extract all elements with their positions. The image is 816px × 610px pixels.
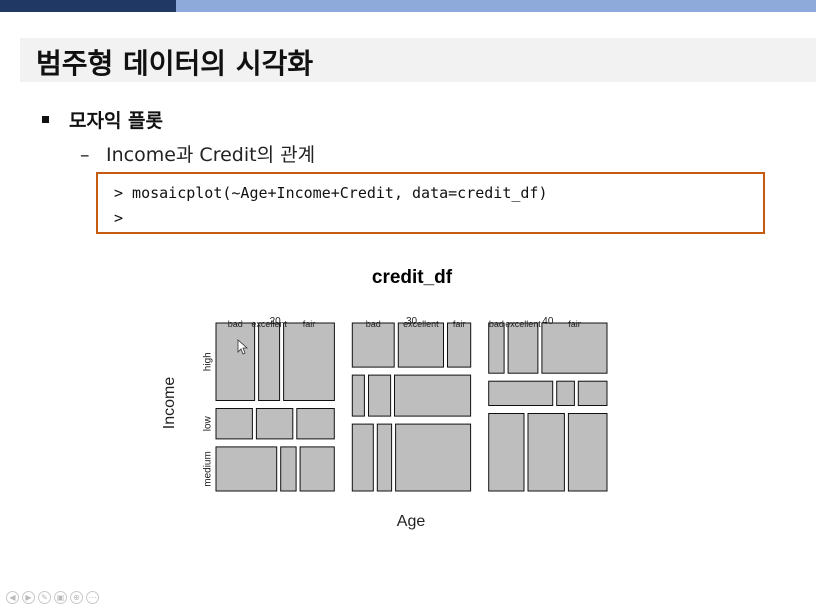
mosaic-tile <box>394 374 472 417</box>
mosaic-tile <box>488 413 525 492</box>
next-slide-icon[interactable]: ▶ <box>22 591 35 604</box>
income-level-label: low <box>203 415 214 431</box>
credit-level-label: excellent <box>403 319 439 329</box>
credit-level-label: fair <box>453 319 466 329</box>
credit-level-label: bad <box>366 319 381 329</box>
income-level-label: medium <box>203 451 214 487</box>
mosaic-tile <box>488 380 554 407</box>
mosaic-tile <box>368 374 392 417</box>
credit-level-label: excellent <box>505 319 541 329</box>
income-level-label: high <box>203 352 214 371</box>
age-level-label: 40 <box>542 316 554 327</box>
zoom-icon[interactable]: ⊕ <box>70 591 83 604</box>
mosaic-tile <box>507 322 539 374</box>
mosaic-tile <box>351 374 365 417</box>
previous-slide-icon[interactable]: ◀ <box>6 591 19 604</box>
mosaic-tile <box>280 446 297 492</box>
slideshow-toolbar: ◀ ▶ ✎ ▣ ⊕ ⋯ <box>6 591 99 604</box>
mosaic-tile <box>351 423 374 492</box>
mosaic-tile <box>351 322 395 368</box>
credit-level-label: bad <box>228 319 243 329</box>
mosaic-tile <box>395 423 472 492</box>
mosaic-tile <box>283 322 335 401</box>
mosaic-tile <box>215 446 278 492</box>
more-options-icon[interactable]: ⋯ <box>86 591 99 604</box>
credit-level-label: fair <box>568 319 581 329</box>
y-axis-label: Income <box>161 377 178 430</box>
mosaic-tile <box>296 408 335 440</box>
mosaic-tile <box>258 322 281 401</box>
slides-view-icon[interactable]: ▣ <box>54 591 67 604</box>
mosaic-tile <box>376 423 393 492</box>
chart-title: credit_df <box>372 267 453 288</box>
mosaic-tile <box>527 413 565 492</box>
mosaic-tile <box>397 322 444 368</box>
mosaic-tile <box>215 322 256 401</box>
mosaic-tile <box>215 408 253 440</box>
credit-level-label: bad <box>489 319 504 329</box>
pen-icon[interactable]: ✎ <box>38 591 51 604</box>
mosaic-tile <box>556 380 575 407</box>
x-axis-label: Age <box>397 513 426 530</box>
mosaic-tiles <box>215 322 608 492</box>
mosaic-plot: credit_df Age Income highlowmedium20bad e… <box>161 267 608 530</box>
mosaic-tile <box>488 322 505 374</box>
mosaic-tile <box>447 322 472 368</box>
credit-level-label: fair <box>303 319 316 329</box>
mosaic-tile <box>299 446 335 492</box>
mosaic-tile <box>255 408 294 440</box>
mosaic-tile <box>541 322 608 374</box>
credit-level-label: excellent <box>251 319 287 329</box>
mosaic-tile <box>567 413 608 492</box>
mosaic-tile <box>577 380 608 407</box>
